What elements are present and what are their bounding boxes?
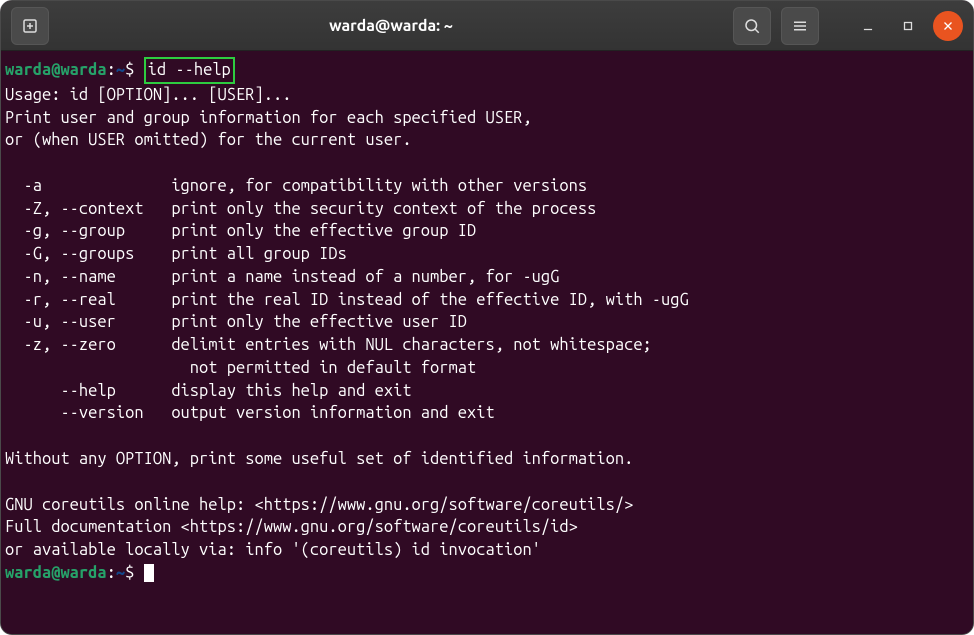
out-line: GNU coreutils online help: <https://www.… (5, 496, 633, 514)
new-tab-icon (21, 17, 39, 35)
prompt-userhost: warda@warda (5, 564, 107, 582)
out-line: -Z, --context print only the security co… (5, 200, 596, 218)
titlebar: warda@warda: ~ (1, 1, 973, 51)
terminal-cursor (144, 564, 154, 582)
terminal-body[interactable]: warda@warda:~$ id --help Usage: id [OPTI… (1, 51, 973, 634)
prompt-path: ~ (116, 61, 125, 79)
out-line: -n, --name print a name instead of a num… (5, 268, 559, 286)
window-title: warda@warda: ~ (59, 17, 723, 35)
minimize-icon (861, 19, 875, 33)
prompt-path: ~ (116, 564, 125, 582)
close-icon (941, 19, 955, 33)
out-line: --version output version information and… (5, 404, 495, 422)
search-button[interactable] (733, 7, 771, 45)
prompt-sep: : (107, 61, 116, 79)
out-line: Print user and group information for eac… (5, 109, 532, 127)
out-line: Without any OPTION, print some useful se… (5, 450, 633, 468)
menu-button[interactable] (781, 7, 819, 45)
out-line: -u, --user print only the effective user… (5, 313, 467, 331)
out-line: -z, --zero delimit entries with NUL char… (5, 336, 652, 354)
out-line: -r, --real print the real ID instead of … (5, 291, 689, 309)
maximize-icon (901, 19, 915, 33)
search-icon (743, 17, 761, 35)
prompt-userhost: warda@warda (5, 61, 107, 79)
out-line: --help display this help and exit (5, 382, 412, 400)
close-button[interactable] (933, 11, 963, 41)
out-line: or (when USER omitted) for the current u… (5, 131, 412, 149)
new-tab-button[interactable] (11, 7, 49, 45)
prompt-end: $ (125, 61, 134, 79)
out-line: -G, --groups print all group IDs (5, 245, 347, 263)
out-line: Usage: id [OPTION]... [USER]... (5, 86, 291, 104)
out-line: -a ignore, for compatibility with other … (5, 177, 587, 195)
hamburger-icon (791, 17, 809, 35)
out-line: not permitted in default format (5, 359, 476, 377)
prompt-end: $ (125, 564, 134, 582)
terminal-window: warda@warda: ~ warda@warda:~$ id --help … (0, 0, 974, 635)
out-line: -g, --group print only the effective gro… (5, 222, 476, 240)
prompt-sep: : (107, 564, 116, 582)
maximize-button[interactable] (893, 11, 923, 41)
highlighted-command: id --help (144, 57, 235, 84)
out-line: or available locally via: info '(coreuti… (5, 541, 541, 559)
minimize-button[interactable] (853, 11, 883, 41)
out-line: Full documentation <https://www.gnu.org/… (5, 518, 578, 536)
